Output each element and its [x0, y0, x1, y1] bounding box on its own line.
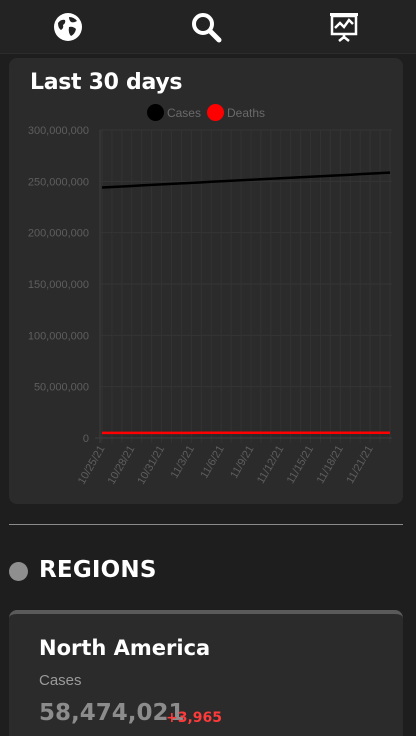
- regions-bullet-icon: [9, 562, 28, 581]
- main-content[interactable]: Last 30 days Cases Deaths 300,000,000 250…: [0, 54, 416, 736]
- y-tick-label: 300,000,000: [28, 125, 89, 137]
- x-tick-label: 11/3/21: [169, 444, 197, 481]
- top-nav-bar: [0, 0, 416, 54]
- series-line-cases: [101, 171, 391, 189]
- y-tick-label: 50,000,000: [34, 382, 89, 394]
- regions-heading: REGIONS: [39, 557, 157, 583]
- y-tick-label: 0: [83, 433, 89, 445]
- presentation-chart-icon[interactable]: [327, 10, 361, 44]
- region-cases-delta: +3,965: [166, 710, 223, 726]
- section-divider: [9, 524, 403, 525]
- x-tick-label: 11/15/21: [285, 444, 316, 486]
- region-metric-label: Cases: [39, 672, 82, 689]
- y-tick-label: 200,000,000: [28, 228, 89, 240]
- x-tick-label: 10/31/21: [135, 444, 167, 487]
- x-tick-label: 10/28/21: [106, 444, 138, 487]
- y-tick-label: 250,000,000: [28, 176, 89, 188]
- x-tick-label: 11/18/21: [315, 444, 346, 486]
- line-chart: 300,000,000 250,000,000 200,000,000 150,000…: [28, 125, 392, 487]
- globe-icon[interactable]: [51, 10, 85, 44]
- y-tick-label: 150,000,000: [28, 279, 89, 291]
- x-tick-label: 11/12/21: [255, 444, 286, 486]
- x-tick-label: 11/21/21: [344, 444, 375, 486]
- x-tick-label: 11/9/21: [228, 444, 256, 481]
- y-tick-label: 100,000,000: [28, 330, 89, 342]
- last-30-days-chart-card: Last 30 days Cases Deaths 300,000,000 250…: [9, 58, 403, 504]
- x-tick-label: 10/25/21: [76, 444, 108, 487]
- search-icon[interactable]: [189, 10, 223, 44]
- region-card-north-america[interactable]: North America Cases 58,474,021 +3,965: [9, 610, 403, 736]
- x-tick-label: 11/6/21: [198, 444, 226, 481]
- region-cases-value: 58,474,021: [39, 700, 185, 726]
- region-name: North America: [39, 636, 211, 660]
